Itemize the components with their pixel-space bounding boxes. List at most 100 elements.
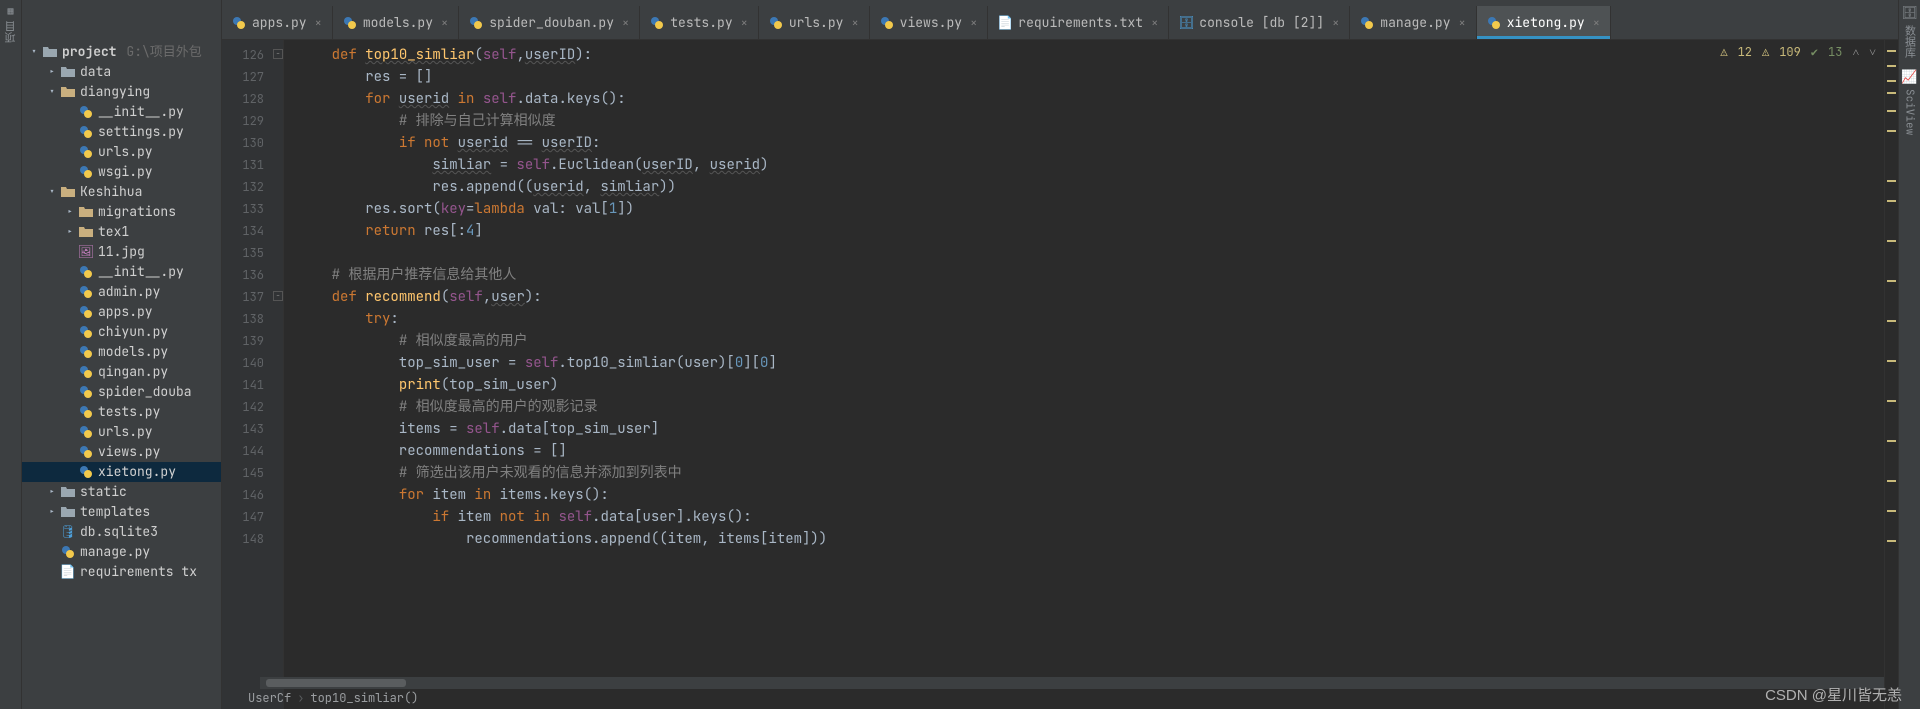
tab-manage-py[interactable]: manage.py× — [1350, 6, 1476, 39]
tab-requirements-txt[interactable]: 📄requirements.txt× — [988, 6, 1169, 39]
sciview-icon[interactable]: 📈 — [1901, 68, 1917, 85]
stripe-mark[interactable] — [1887, 360, 1896, 362]
tree-item-tex1[interactable]: ▸tex1 — [22, 222, 221, 242]
tree-root[interactable]: ▾project G:\项目外包 — [22, 42, 221, 62]
close-icon[interactable]: × — [741, 15, 748, 31]
code-line[interactable]: for item in items.keys(): — [298, 484, 1884, 506]
tree-item-admin-py[interactable]: admin.py — [22, 282, 221, 302]
tree-item-static[interactable]: ▸static — [22, 482, 221, 502]
code-line[interactable]: # 排除与自己计算相似度 — [298, 110, 1884, 132]
code-line[interactable]: return res[:4] — [298, 220, 1884, 242]
fold-toggle[interactable]: - — [273, 49, 283, 59]
tree-item-settings-py[interactable]: settings.py — [22, 122, 221, 142]
code-line[interactable]: # 筛选出该用户未观看的信息并添加到列表中 — [298, 462, 1884, 484]
code-line[interactable]: res = [] — [298, 66, 1884, 88]
stripe-mark[interactable] — [1887, 400, 1896, 402]
tree-item-xietong-py[interactable]: xietong.py — [22, 462, 221, 482]
close-icon[interactable]: × — [315, 15, 322, 31]
fold-toggle[interactable]: - — [273, 291, 283, 301]
stripe-mark[interactable] — [1887, 50, 1896, 52]
code-line[interactable]: print(top_sim_user) — [298, 374, 1884, 396]
code-line[interactable]: # 根据用户推荐信息给其他人 — [298, 264, 1884, 286]
tree-item-urls-py[interactable]: urls.py — [22, 142, 221, 162]
tab-console-db-2-[interactable]: 🗄console [db [2]]× — [1169, 6, 1350, 39]
tree-item-keshihua[interactable]: ▾Keshihua — [22, 182, 221, 202]
code-line[interactable]: recommendations = [] — [298, 440, 1884, 462]
chevron-down-icon[interactable]: ˅ — [1869, 44, 1876, 60]
fold-gutter[interactable]: -- — [272, 40, 284, 709]
tab-apps-py[interactable]: apps.py× — [222, 6, 333, 39]
tree-item-migrations[interactable]: ▸migrations — [22, 202, 221, 222]
stripe-mark[interactable] — [1887, 320, 1896, 322]
scrollbar-thumb[interactable] — [266, 679, 406, 687]
tree-item-chiyun-py[interactable]: chiyun.py — [22, 322, 221, 342]
code-editor[interactable]: 1261271281291301311321331341351361371381… — [222, 40, 1898, 709]
stripe-mark[interactable] — [1887, 80, 1896, 82]
code-line[interactable]: res.sort(key=lambda val: val[1]) — [298, 198, 1884, 220]
tree-item-data[interactable]: ▸data — [22, 62, 221, 82]
close-icon[interactable]: × — [622, 15, 629, 31]
tree-item--init-py[interactable]: __init__.py — [22, 262, 221, 282]
stripe-mark[interactable] — [1887, 180, 1896, 182]
close-icon[interactable]: × — [970, 15, 977, 31]
database-icon[interactable]: 🗄 — [1901, 4, 1918, 21]
stripe-mark[interactable] — [1887, 200, 1896, 202]
stripe-mark[interactable] — [1887, 280, 1896, 282]
tree-item-tests-py[interactable]: tests.py — [22, 402, 221, 422]
code-line[interactable]: res.append((userid, simliar)) — [298, 176, 1884, 198]
stripe-mark[interactable] — [1887, 480, 1896, 482]
tree-item-diangying[interactable]: ▾diangying — [22, 82, 221, 102]
tree-item-manage-py[interactable]: manage.py — [22, 542, 221, 562]
tool-window-bar-right[interactable]: 🗄 数据库 📈 SciView — [1898, 0, 1920, 709]
code-line[interactable]: recommendations.append((item, items[item… — [298, 528, 1884, 550]
tree-item--init-py[interactable]: __init__.py — [22, 102, 221, 122]
code-line[interactable]: if item not in self.data[user].keys(): — [298, 506, 1884, 528]
tab-views-py[interactable]: views.py× — [870, 6, 989, 39]
stripe-mark[interactable] — [1887, 92, 1896, 94]
close-icon[interactable]: × — [441, 15, 448, 31]
sciview-tool-label[interactable]: SciView — [1903, 89, 1917, 135]
tree-item-db-sqlite3[interactable]: 🛢db.sqlite3 — [22, 522, 221, 542]
code-line[interactable]: def top10_simliar(self,userID): — [298, 44, 1884, 66]
stripe-mark[interactable] — [1887, 130, 1896, 132]
tab-spider-douban-py[interactable]: spider_douban.py× — [459, 6, 640, 39]
close-icon[interactable]: × — [851, 15, 858, 31]
code-line[interactable]: simliar = self.Euclidean(userID, userid) — [298, 154, 1884, 176]
code-area[interactable]: def top10_simliar(self,userID): res = []… — [284, 40, 1884, 709]
tab-xietong-py[interactable]: xietong.py× — [1477, 6, 1611, 39]
stripe-mark[interactable] — [1887, 510, 1896, 512]
tab-urls-py[interactable]: urls.py× — [759, 6, 870, 39]
tree-item-models-py[interactable]: models.py — [22, 342, 221, 362]
tree-item-qingan-py[interactable]: qingan.py — [22, 362, 221, 382]
stripe-mark[interactable] — [1887, 65, 1896, 67]
error-stripe[interactable] — [1884, 40, 1898, 709]
stripe-mark[interactable] — [1887, 440, 1896, 442]
code-line[interactable]: try: — [298, 308, 1884, 330]
code-line[interactable]: # 相似度最高的用户 — [298, 330, 1884, 352]
close-icon[interactable]: × — [1332, 15, 1339, 31]
horizontal-scrollbar[interactable] — [260, 677, 1884, 689]
inspection-summary[interactable]: ⚠12 ⚠109 ✔13 ˄ ˅ — [1720, 44, 1876, 60]
code-line[interactable]: for userid in self.data.keys(): — [298, 88, 1884, 110]
breadcrumb[interactable]: UserCf › top10_simliar() — [248, 689, 418, 707]
close-icon[interactable]: × — [1151, 15, 1158, 31]
project-tool-label[interactable]: 项目 — [3, 21, 19, 43]
tree-item-spider-douba[interactable]: spider_douba — [22, 382, 221, 402]
code-line[interactable]: if not userid == userID: — [298, 132, 1884, 154]
breadcrumb-class[interactable]: UserCf — [248, 690, 291, 706]
tool-window-bar-left[interactable]: ▦ 项目 — [0, 0, 22, 709]
close-icon[interactable]: × — [1459, 15, 1466, 31]
code-line[interactable]: top_sim_user = self.top10_simliar(user)[… — [298, 352, 1884, 374]
stripe-mark[interactable] — [1887, 240, 1896, 242]
database-tool-label[interactable]: 数据库 — [1902, 25, 1918, 58]
stripe-mark[interactable] — [1887, 540, 1896, 542]
tab-models-py[interactable]: models.py× — [333, 6, 459, 39]
breadcrumb-method[interactable]: top10_simliar() — [310, 690, 418, 706]
code-line[interactable]: def recommend(self,user): — [298, 286, 1884, 308]
project-tree[interactable]: ▾project G:\项目外包▸data▾diangying__init__.… — [22, 0, 222, 709]
editor-tabs[interactable]: apps.py×models.py×spider_douban.py×tests… — [222, 0, 1898, 40]
code-line[interactable] — [298, 242, 1884, 264]
stripe-mark[interactable] — [1887, 110, 1896, 112]
code-line[interactable]: # 相似度最高的用户的观影记录 — [298, 396, 1884, 418]
tab-tests-py[interactable]: tests.py× — [640, 6, 759, 39]
